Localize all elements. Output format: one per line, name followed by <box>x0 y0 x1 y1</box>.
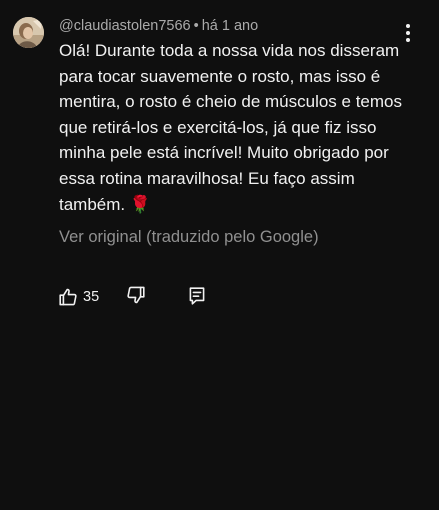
author-name[interactable]: @claudiastolen7566 <box>59 18 191 34</box>
comment-timestamp[interactable]: há 1 ano <box>202 18 258 34</box>
reply-comment-icon <box>189 287 205 305</box>
dislike-button[interactable] <box>127 286 145 309</box>
thumb-down-icon <box>127 286 145 304</box>
reply-button[interactable] <box>189 287 205 310</box>
comment-text: Olá! Durante toda a nossa vida nos disse… <box>59 41 402 214</box>
comment-header: @claudiastolen7566 • há 1 ano <box>59 18 258 34</box>
view-original-link[interactable]: Ver original (traduzido pelo Google) <box>59 228 319 247</box>
comment-thread: @claudiastolen7566 • há 1 ano Olá! Durante… <box>0 0 439 510</box>
like-button[interactable]: 35 <box>59 286 99 308</box>
like-count: 35 <box>83 289 100 305</box>
avatar-image <box>13 17 44 48</box>
thumb-up-icon <box>59 288 77 306</box>
separator-dot: • <box>193 18 199 34</box>
avatar[interactable] <box>13 17 44 48</box>
